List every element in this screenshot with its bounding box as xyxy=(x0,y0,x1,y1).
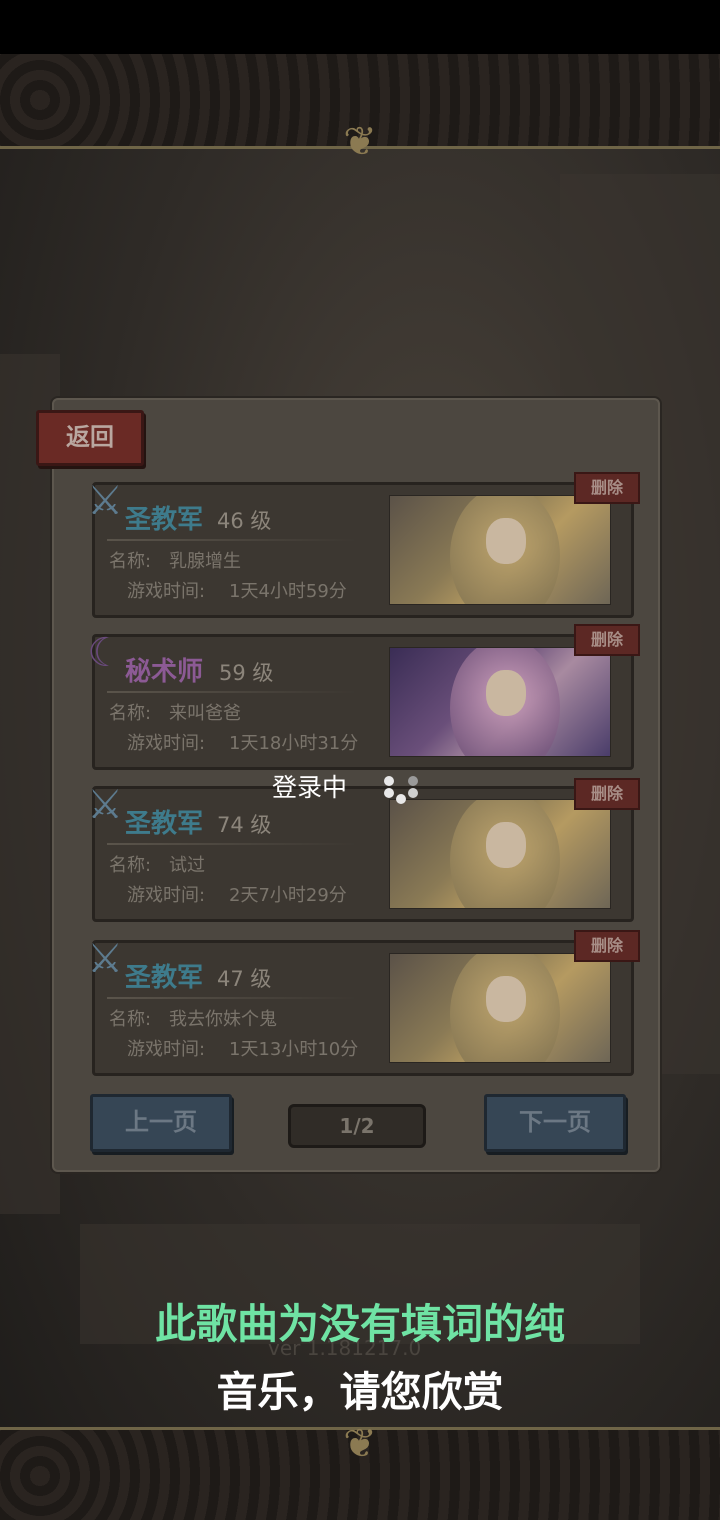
loading-spinner-icon xyxy=(382,774,422,804)
status-bar xyxy=(0,0,720,54)
character-portrait xyxy=(389,953,611,1063)
character-level: 59 级 xyxy=(219,661,274,685)
playtime-value: 1天18小时31分 xyxy=(229,733,359,754)
divider xyxy=(107,691,357,693)
character-name: 乳腺增生 xyxy=(169,551,241,572)
playtime-value: 1天13小时10分 xyxy=(229,1039,359,1060)
page-indicator: 1/2 xyxy=(288,1104,426,1148)
bg-wall xyxy=(0,354,60,1214)
ornament-icon: ❦ xyxy=(343,1421,377,1467)
next-page-button[interactable]: 下一页 xyxy=(484,1094,626,1152)
character-level: 47 级 xyxy=(217,967,272,991)
divider xyxy=(107,843,357,845)
back-button[interactable]: 返回 xyxy=(36,410,144,466)
subtitle-line-2: 音乐，请您欣赏 xyxy=(216,1368,504,1416)
playtime-value: 2天7小时29分 xyxy=(229,885,347,906)
name-label: 名称: xyxy=(109,1009,152,1030)
character-portrait xyxy=(389,647,611,757)
name-label: 名称: xyxy=(109,551,152,572)
playtime-value: 1天4小时59分 xyxy=(229,581,347,602)
class-name: 圣教军 xyxy=(125,809,204,839)
character-slot-2[interactable]: ☾ 秘术师 59 级 名称: 来叫爸爸 游戏时间: 1天18小时31分 xyxy=(87,631,634,770)
magic-crescent-icon: ☾ xyxy=(87,630,123,676)
character-name: 来叫爸爸 xyxy=(169,703,241,724)
divider xyxy=(107,997,357,999)
character-name: 我去你妹个鬼 xyxy=(169,1009,277,1030)
character-level: 46 级 xyxy=(217,509,272,533)
crossed-swords-icon: ⚔ xyxy=(87,782,123,828)
playtime-label: 游戏时间: xyxy=(127,581,206,602)
playtime-label: 游戏时间: xyxy=(127,733,206,754)
class-name: 圣教军 xyxy=(125,505,204,535)
ornament-icon: ❦ xyxy=(343,119,377,165)
delete-button[interactable]: 删除 xyxy=(574,472,640,504)
delete-button[interactable]: 删除 xyxy=(574,624,640,656)
character-name: 试过 xyxy=(169,855,205,876)
prev-page-button[interactable]: 上一页 xyxy=(90,1094,232,1152)
character-slot-4[interactable]: ⚔ 圣教军 47 级 名称: 我去你妹个鬼 游戏时间: 1天13小时10分 xyxy=(87,937,634,1076)
divider xyxy=(107,539,357,541)
subtitle-line-1: 此歌曲为没有填词的纯 xyxy=(155,1300,565,1348)
character-portrait xyxy=(389,495,611,605)
crossed-swords-icon: ⚔ xyxy=(87,936,123,982)
loading-text: 登录中 xyxy=(272,773,348,802)
delete-button[interactable]: 删除 xyxy=(574,930,640,962)
name-label: 名称: xyxy=(109,703,152,724)
character-slot-3[interactable]: ⚔ 圣教军 74 级 名称: 试过 游戏时间: 2天7小时29分 xyxy=(87,783,634,922)
playtime-label: 游戏时间: xyxy=(127,1039,206,1060)
name-label: 名称: xyxy=(109,855,152,876)
class-name: 圣教军 xyxy=(125,963,204,993)
delete-button[interactable]: 删除 xyxy=(574,778,640,810)
character-slot-1[interactable]: ⚔ 圣教军 46 级 名称: 乳腺增生 游戏时间: 1天4小时59分 xyxy=(87,479,634,618)
playtime-label: 游戏时间: xyxy=(127,885,206,906)
character-level: 74 级 xyxy=(217,813,272,837)
character-portrait xyxy=(389,799,611,909)
crossed-swords-icon: ⚔ xyxy=(87,478,123,524)
class-name: 秘术师 xyxy=(125,657,204,687)
